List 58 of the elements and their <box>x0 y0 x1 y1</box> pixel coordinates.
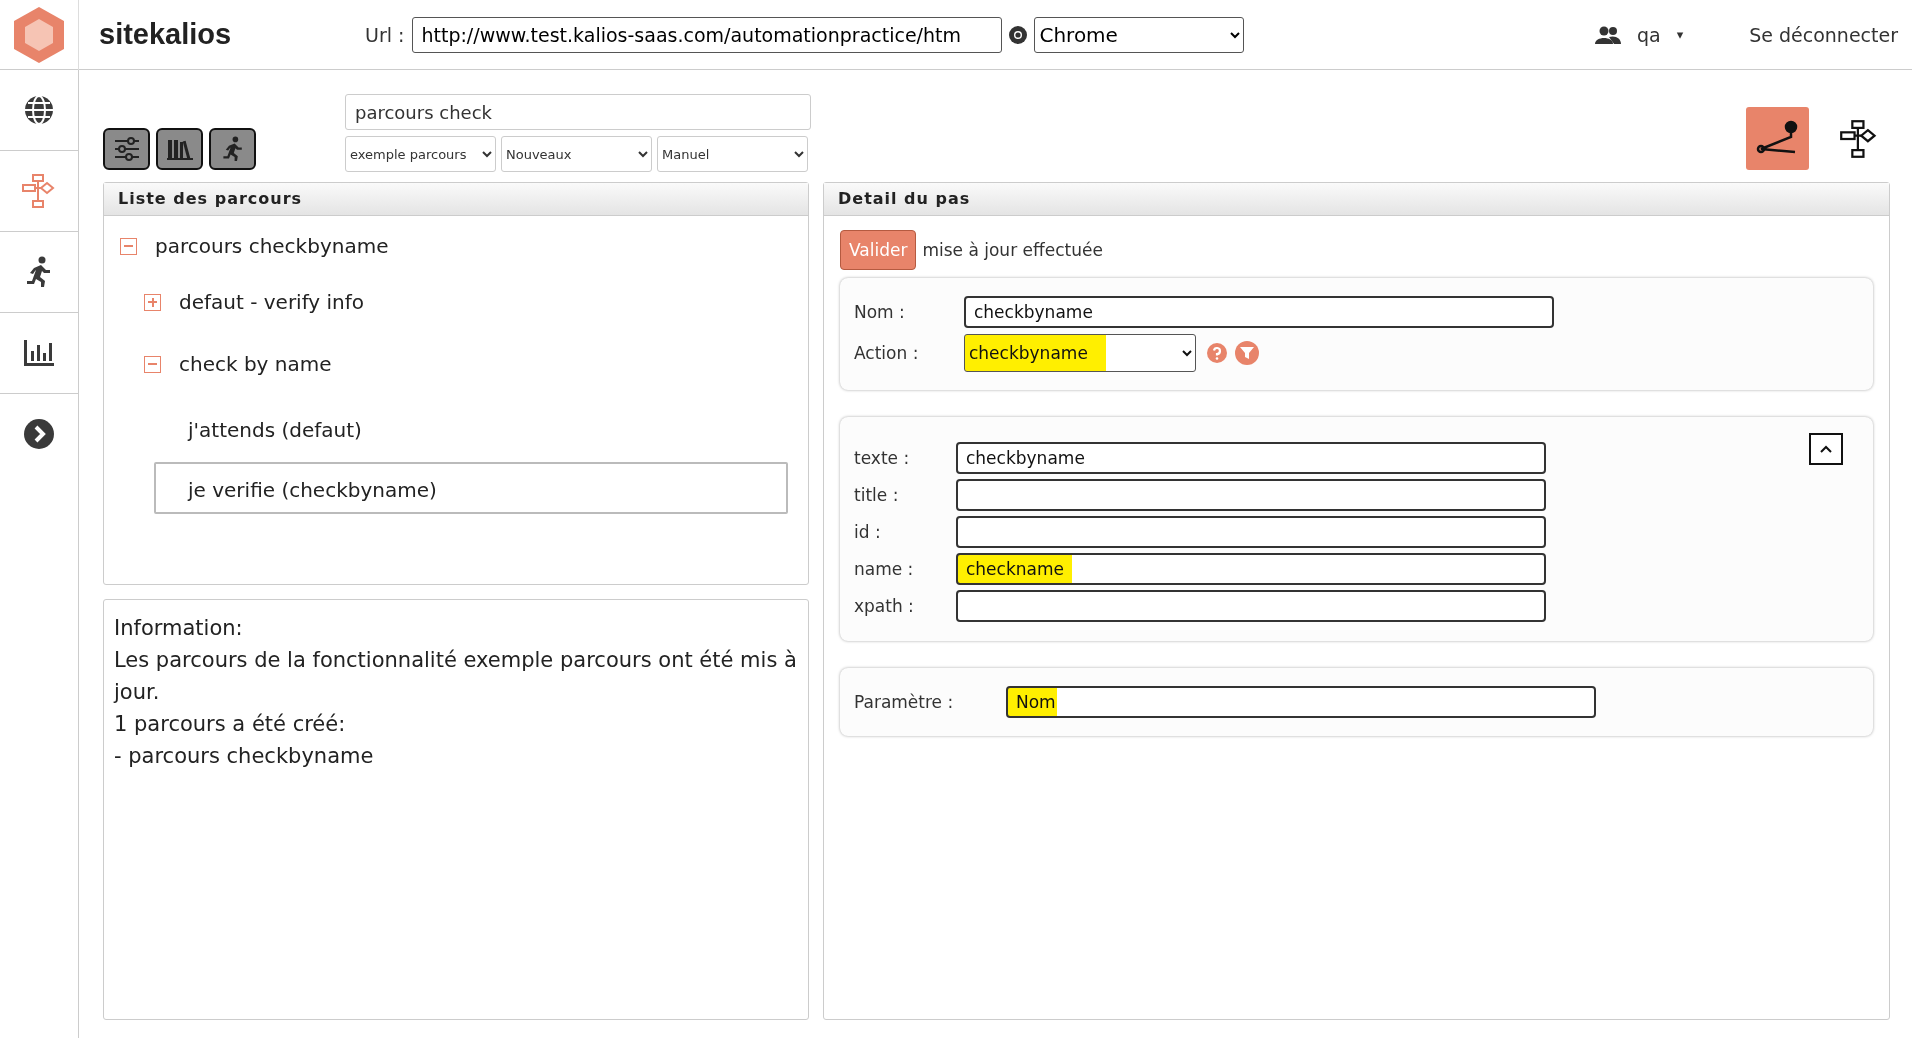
user-name[interactable]: qa <box>1636 23 1661 46</box>
locator-field[interactable] <box>956 590 1546 622</box>
collapse-button[interactable] <box>1809 433 1843 465</box>
field-label: Action : <box>854 343 920 363</box>
locator-field[interactable]: checkname <box>956 553 1546 585</box>
locator-field[interactable]: checkbyname <box>956 442 1546 474</box>
help-icon[interactable] <box>1206 342 1228 364</box>
filter-icon[interactable] <box>1234 340 1260 366</box>
library-button[interactable] <box>156 128 203 170</box>
tree-item[interactable]: j'attends (defaut) <box>154 402 788 454</box>
locator-field[interactable] <box>956 479 1546 511</box>
status-message: mise à jour effectuée <box>922 240 1103 260</box>
info-message: - parcours checkbyname <box>114 743 375 770</box>
info-message: Les parcours de la fonctionnalité exemple parcours ont été mis à jour. <box>114 647 798 706</box>
search-field[interactable]: parcours check <box>345 94 811 130</box>
tree-item[interactable]: defaut - verify info <box>173 286 371 318</box>
books-icon[interactable] <box>165 137 194 161</box>
locator-field[interactable] <box>956 516 1546 548</box>
filter-select[interactable]: Nouveaux <box>501 136 652 172</box>
url-label: Url : <box>365 23 405 46</box>
sliders-icon[interactable] <box>112 136 141 162</box>
tree-item[interactable]: check by name <box>173 348 338 380</box>
runner-button[interactable] <box>209 128 256 170</box>
chevron-right-icon[interactable] <box>23 418 55 450</box>
tree-item[interactable]: parcours checkbyname <box>149 230 395 262</box>
logout-link[interactable]: Se déconnecter <box>1749 23 1898 46</box>
browser-icon <box>1008 24 1029 45</box>
users-icon <box>1594 25 1621 44</box>
action-select[interactable]: checkbyname <box>964 334 1196 372</box>
field-label: Paramètre : <box>854 692 955 712</box>
panel-header: Detail du pas <box>824 183 1889 216</box>
panel-header: Liste des parcours <box>104 183 808 216</box>
route-view-button[interactable] <box>1746 107 1809 170</box>
field-label: title : <box>854 485 900 505</box>
field-label: id : <box>854 522 882 542</box>
tree-toggle-icon[interactable] <box>120 237 137 255</box>
field-label: name : <box>854 559 915 579</box>
filter-select[interactable]: Manuel <box>657 136 808 172</box>
chevron-up-icon[interactable] <box>1819 444 1833 454</box>
tree-item[interactable]: je verifie (checkbyname) <box>154 462 788 514</box>
url-field[interactable]: http://www.test.kalios-saas.com/automationpractice/htm <box>412 16 1003 53</box>
info-message: 1 parcours a été créé: <box>114 711 347 738</box>
info-title: Information: <box>114 615 244 642</box>
globe-icon[interactable] <box>23 94 55 126</box>
bar-chart-icon[interactable] <box>23 339 55 367</box>
parameter-field[interactable]: Nom <box>1006 686 1596 718</box>
app-title: sitekalios <box>99 18 233 51</box>
browser-select[interactable]: Chrome <box>1034 16 1245 53</box>
tree-toggle-icon[interactable] <box>144 355 161 373</box>
runner-icon[interactable] <box>220 135 245 163</box>
tree-toggle-icon[interactable] <box>144 293 161 311</box>
filter-select[interactable]: exemple parcours <box>345 136 496 172</box>
field-label: xpath : <box>854 596 915 616</box>
name-field[interactable]: checkbyname <box>964 296 1554 328</box>
settings-sliders-button[interactable] <box>103 128 150 170</box>
field-label: texte : <box>854 448 911 468</box>
field-label: Nom : <box>854 302 906 322</box>
caret-icon[interactable]: ▾ <box>1676 27 1684 42</box>
